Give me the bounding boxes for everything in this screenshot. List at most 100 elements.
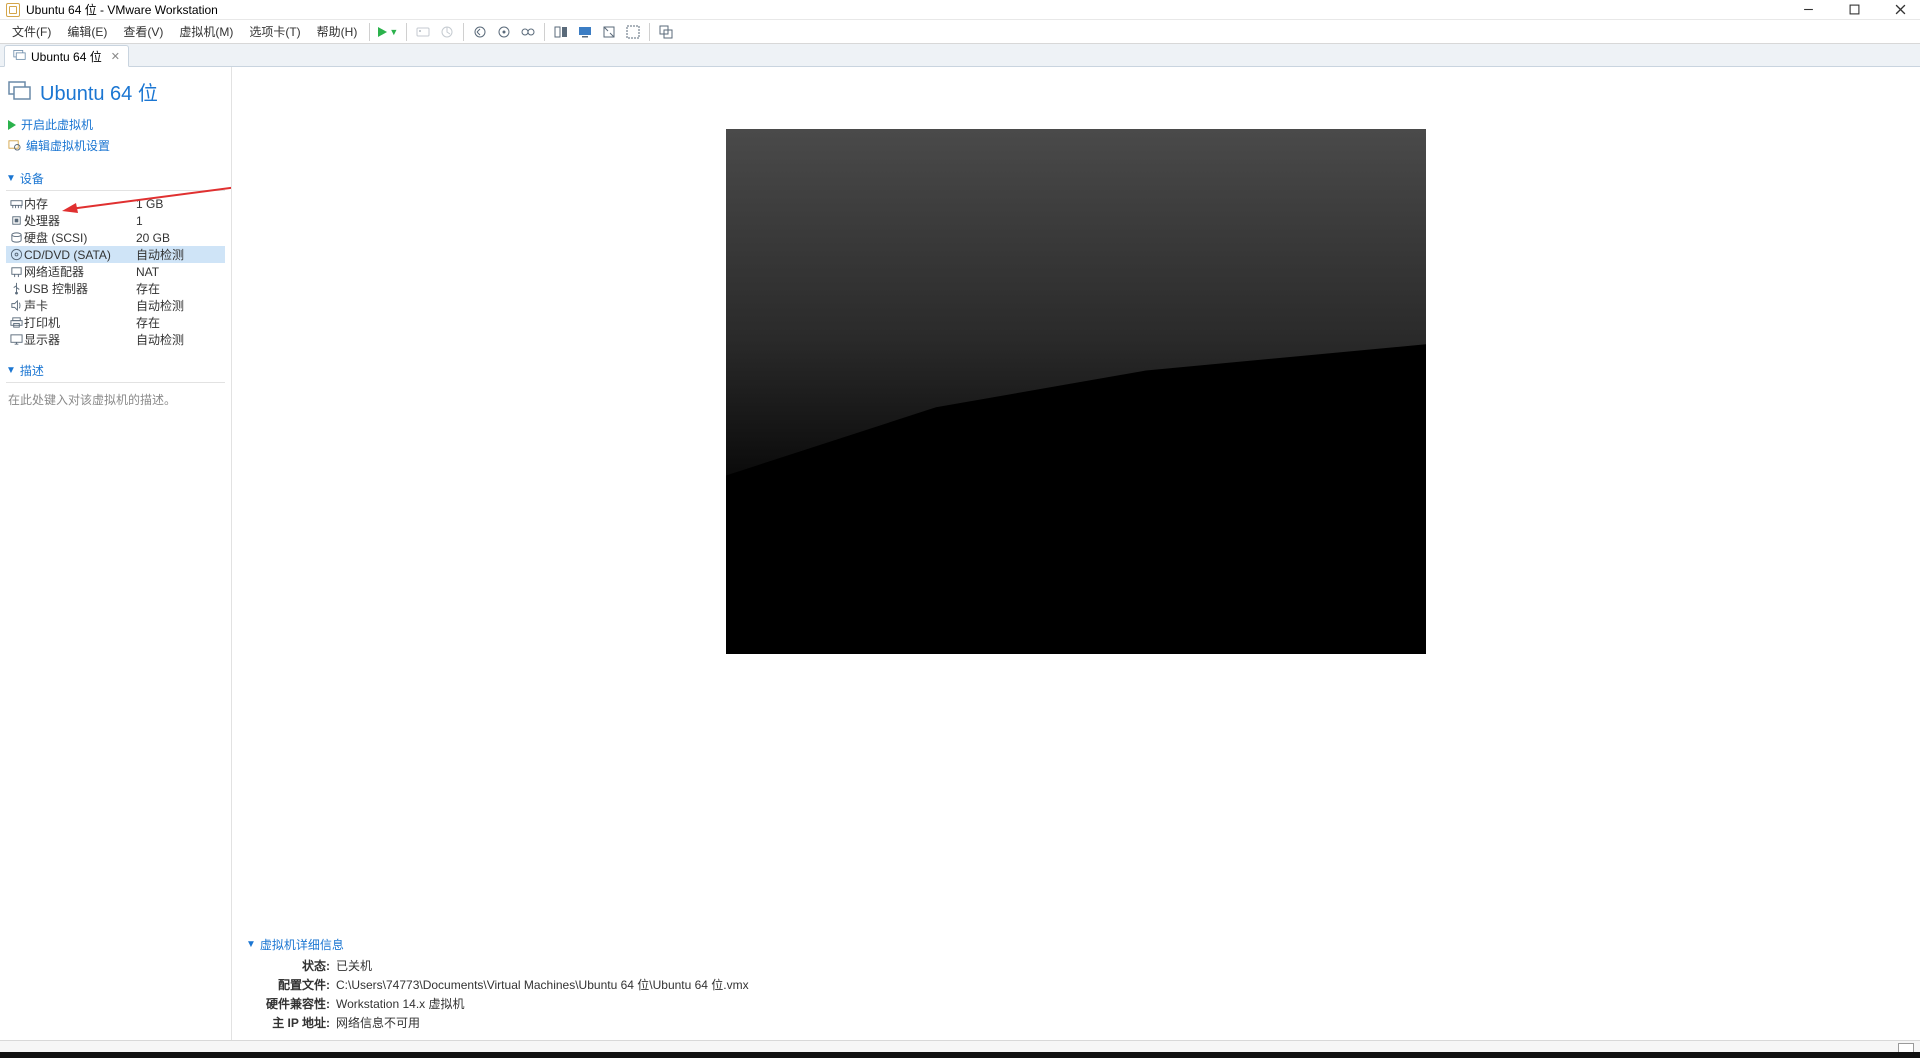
detail-value: C:\Users\74773\Documents\Virtual Machine…: [336, 976, 749, 993]
display-icon: [8, 333, 24, 346]
detail-key: 状态:: [264, 957, 330, 974]
sidebar: Ubuntu 64 位 开启此虚拟机 编辑虚拟机设置 ▼ 设备 内存1 GB处理…: [0, 67, 232, 1040]
section-divider: [6, 382, 225, 383]
printer-icon: [8, 316, 24, 329]
content-area: ▼ 虚拟机详细信息 状态: 已关机配置文件: C:\Users\74773\Docu…: [232, 67, 1920, 1040]
menu-edit[interactable]: 编辑(E): [59, 20, 115, 43]
menubar: 文件(F) 编辑(E) 查看(V) 虚拟机(M) 选项卡(T) 帮助(H) ▼: [0, 20, 1920, 44]
device-row-net[interactable]: 网络适配器NAT: [6, 263, 225, 280]
show-console-icon[interactable]: [549, 21, 573, 43]
device-row-sound[interactable]: 声卡自动检测: [6, 297, 225, 314]
detail-line: 状态: 已关机: [246, 956, 1904, 975]
description-header-label: 描述: [20, 362, 44, 379]
description-placeholder[interactable]: 在此处键入对该虚拟机的描述。: [6, 387, 225, 412]
devices-section-header[interactable]: ▼ 设备: [6, 170, 225, 187]
device-value: 自动检测: [136, 331, 184, 348]
section-divider: [6, 190, 225, 191]
menu-tabs[interactable]: 选项卡(T): [241, 20, 308, 43]
device-name: 显示器: [24, 331, 136, 348]
device-name: CD/DVD (SATA): [24, 248, 136, 262]
memory-icon: [8, 197, 24, 210]
description-section-header[interactable]: ▼ 描述: [6, 362, 225, 379]
device-name: 网络适配器: [24, 263, 136, 280]
tab-label: Ubuntu 64 位: [31, 48, 102, 65]
detail-value: 已关机: [336, 957, 372, 974]
device-value: 自动检测: [136, 297, 184, 314]
device-value: 1: [136, 214, 143, 228]
device-row-printer[interactable]: 打印机存在: [6, 314, 225, 331]
device-name: USB 控制器: [24, 280, 136, 297]
device-value: 1 GB: [136, 197, 163, 211]
device-row-cpu[interactable]: 处理器1: [6, 212, 225, 229]
devices-list: 内存1 GB处理器1硬盘 (SCSI)20 GBCD/DVD (SATA)自动检…: [6, 195, 225, 348]
device-name: 硬盘 (SCSI): [24, 229, 136, 246]
device-row-display[interactable]: 显示器自动检测: [6, 331, 225, 348]
detail-line: 配置文件: C:\Users\74773\Documents\Virtual Ma…: [246, 975, 1904, 994]
detail-value: Workstation 14.x 虚拟机: [336, 995, 465, 1012]
caret-down-icon: ▼: [6, 173, 16, 184]
detail-value: 网络信息不可用: [336, 1014, 420, 1031]
minimize-button[interactable]: [1794, 0, 1822, 20]
power-on-vm-link[interactable]: 开启此虚拟机: [6, 114, 225, 135]
vm-details-header[interactable]: ▼ 虚拟机详细信息: [246, 936, 1904, 953]
titlebar: Ubuntu 64 位 - VMware Workstation: [0, 0, 1920, 20]
snapshot-manager-icon[interactable]: [516, 21, 540, 43]
snapshot-manage-icon[interactable]: [492, 21, 516, 43]
caret-down-icon: ▼: [246, 939, 256, 950]
toolbar-separator: [369, 23, 370, 41]
disk-icon: [8, 231, 24, 244]
vmware-app-icon: [6, 3, 20, 17]
play-icon: [8, 120, 16, 130]
toolbar-separator: [544, 23, 545, 41]
vm-screen-thumbnail[interactable]: [726, 129, 1426, 654]
device-row-cd[interactable]: CD/DVD (SATA)自动检测: [6, 246, 225, 263]
chevron-down-icon[interactable]: ▼: [389, 27, 398, 37]
vm-large-icon: [8, 78, 32, 105]
detail-key: 硬件兼容性:: [264, 995, 330, 1012]
device-value: 20 GB: [136, 231, 170, 245]
tab-vm[interactable]: Ubuntu 64 位 ✕: [4, 45, 129, 67]
vm-icon: [13, 48, 26, 64]
devices-header-label: 设备: [20, 170, 44, 187]
send-ctrl-alt-del-icon: [411, 21, 435, 43]
device-value: 存在: [136, 314, 160, 331]
vm-details-panel: ▼ 虚拟机详细信息 状态: 已关机配置文件: C:\Users\74773\Docu…: [232, 928, 1920, 1040]
menu-file[interactable]: 文件(F): [4, 20, 59, 43]
vm-details-header-label: 虚拟机详细信息: [260, 936, 344, 953]
caret-down-icon: ▼: [6, 365, 16, 376]
device-row-disk[interactable]: 硬盘 (SCSI)20 GB: [6, 229, 225, 246]
net-icon: [8, 265, 24, 278]
tabstrip: Ubuntu 64 位 ✕: [0, 44, 1920, 67]
device-name: 内存: [24, 195, 136, 212]
cpu-icon: [8, 214, 24, 227]
menu-help[interactable]: 帮助(H): [309, 20, 366, 43]
edit-vm-settings-link[interactable]: 编辑虚拟机设置: [6, 135, 225, 156]
vm-title: Ubuntu 64 位: [40, 77, 158, 106]
toolbar-separator: [463, 23, 464, 41]
device-row-usb[interactable]: USB 控制器存在: [6, 280, 225, 297]
detail-key: 配置文件:: [264, 976, 330, 993]
device-name: 声卡: [24, 297, 136, 314]
stretch-guest-icon[interactable]: [597, 21, 621, 43]
device-row-memory[interactable]: 内存1 GB: [6, 195, 225, 212]
fullscreen-icon[interactable]: [621, 21, 645, 43]
maximize-button[interactable]: [1840, 0, 1868, 20]
settings-icon: [8, 138, 21, 154]
thumbnail-view-icon[interactable]: [573, 21, 597, 43]
menu-view[interactable]: 查看(V): [115, 20, 171, 43]
unity-mode-icon[interactable]: [654, 21, 678, 43]
snapshot-take-icon: [435, 21, 459, 43]
detail-key: 主 IP 地址:: [264, 1014, 330, 1031]
power-on-button[interactable]: ▼: [374, 27, 402, 37]
menu-vm[interactable]: 虚拟机(M): [171, 20, 241, 43]
device-name: 打印机: [24, 314, 136, 331]
detail-line: 主 IP 地址: 网络信息不可用: [246, 1013, 1904, 1032]
window-title: Ubuntu 64 位 - VMware Workstation: [26, 1, 218, 18]
power-on-label: 开启此虚拟机: [21, 116, 93, 133]
close-button[interactable]: [1886, 0, 1914, 20]
snapshot-revert-icon[interactable]: [468, 21, 492, 43]
os-taskbar: [0, 1052, 1920, 1058]
tab-close-icon[interactable]: ✕: [111, 50, 120, 63]
toolbar-separator: [649, 23, 650, 41]
device-value: 自动检测: [136, 246, 184, 263]
